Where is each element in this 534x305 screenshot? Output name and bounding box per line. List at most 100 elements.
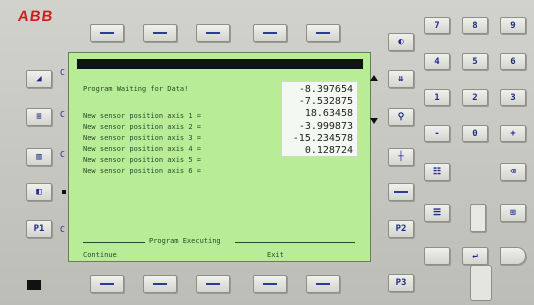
key-4[interactable]: 4	[424, 53, 450, 70]
key-3[interactable]: 3	[500, 89, 526, 106]
p3-key[interactable]: P3	[388, 274, 414, 292]
key-5[interactable]: 5	[462, 53, 488, 70]
dash-icon	[100, 32, 114, 34]
exit-action[interactable]: Exit	[267, 251, 284, 259]
key-1[interactable]: 1	[424, 89, 450, 106]
key-0[interactable]: 0	[462, 125, 488, 142]
sensor-line-1: New sensor position axis 1 =	[83, 112, 202, 120]
key-minus-label: -	[434, 128, 440, 139]
left-active-marker	[62, 190, 66, 194]
footer-divider-right	[235, 242, 355, 243]
enter-key[interactable]: ↵	[462, 247, 488, 265]
value-axis-2: -7.532875	[298, 96, 353, 108]
key-2-label: 2	[472, 92, 478, 103]
scroll-down-icon[interactable]	[370, 118, 378, 124]
bottom-function-key-5[interactable]	[306, 275, 340, 293]
key-2[interactable]: 2	[462, 89, 488, 106]
status-line: Program Waiting for Data!	[83, 85, 189, 93]
bottom-function-key-4[interactable]	[253, 275, 287, 293]
left-marker-mid: C	[60, 110, 65, 119]
key-1-label: 1	[434, 92, 440, 103]
sensor-line-3: New sensor position axis 3 =	[83, 134, 202, 142]
bottom-function-key-3[interactable]	[196, 275, 230, 293]
teach-pendant-panel: ABB ◢ ≡ ▥ ◧ P1 C C C C Program Waiting f…	[0, 0, 534, 305]
footer-status: Program Executing	[149, 237, 221, 245]
key-5-label: 5	[472, 56, 478, 67]
enable-device[interactable]	[470, 204, 486, 232]
key-9[interactable]: 9	[500, 17, 526, 34]
scroll-up-icon[interactable]	[370, 75, 378, 81]
sensor-values-box: -8.397654 -7.532875 18.63458 -3.999873 -…	[281, 81, 358, 157]
bottom-function-key-1[interactable]	[90, 275, 124, 293]
key-3-label: 3	[510, 92, 516, 103]
io-key[interactable]: ▥	[26, 148, 52, 166]
key-0-label: 0	[472, 128, 478, 139]
dash-icon	[316, 32, 330, 34]
motion-key[interactable]: ⇊	[388, 70, 414, 88]
joystick-handle[interactable]	[470, 265, 492, 301]
p2-label: P2	[395, 224, 407, 234]
top-function-key-1[interactable]	[90, 24, 124, 42]
window-key[interactable]: ⊞	[500, 204, 526, 222]
right-arrow-key[interactable]	[500, 247, 526, 265]
menu-key[interactable]: ☰	[424, 204, 450, 222]
power-indicator	[27, 280, 41, 290]
top-function-key-5[interactable]	[306, 24, 340, 42]
jog-icon: ◢	[36, 74, 42, 84]
left-marker-top: C	[60, 68, 65, 77]
key-6[interactable]: 6	[500, 53, 526, 70]
dash-icon	[206, 283, 220, 285]
sensor-line-5: New sensor position axis 5 =	[83, 156, 202, 164]
continue-action[interactable]: Continue	[83, 251, 117, 259]
dash-icon	[394, 191, 408, 193]
dash-icon	[153, 283, 167, 285]
contrast-key[interactable]: ◐	[388, 33, 414, 51]
screen-title-bar	[77, 59, 363, 69]
backspace-key[interactable]: ⌫	[500, 163, 526, 181]
list-key[interactable]: ☷	[424, 163, 450, 181]
io-icon: ▥	[36, 152, 42, 162]
left-arrow-key[interactable]	[424, 247, 450, 265]
left-marker-bottom: C	[60, 225, 65, 234]
program-key[interactable]: ≡	[26, 108, 52, 126]
robot-icon: ⚲	[397, 112, 405, 122]
program-icon: ≡	[36, 112, 42, 122]
p1-key[interactable]: P1	[26, 220, 52, 238]
jog-key[interactable]: ◢	[26, 70, 52, 88]
dash-icon	[100, 283, 114, 285]
window-icon: ⊞	[510, 208, 516, 218]
menu-icon: ☰	[432, 208, 442, 218]
key-8[interactable]: 8	[462, 17, 488, 34]
top-function-key-2[interactable]	[143, 24, 177, 42]
axes-key[interactable]: ┼	[388, 148, 414, 166]
value-axis-3: 18.63458	[304, 108, 353, 120]
value-axis-4: -3.999873	[298, 120, 353, 132]
key-7[interactable]: 7	[424, 17, 450, 34]
key-plus[interactable]: +	[500, 125, 526, 142]
key-minus[interactable]: -	[424, 125, 450, 142]
key-plus-label: +	[510, 128, 516, 139]
bottom-function-key-2[interactable]	[143, 275, 177, 293]
dash-icon	[316, 283, 330, 285]
value-axis-1: -8.397654	[298, 84, 353, 95]
axes-icon: ┼	[398, 152, 404, 162]
left-marker-io: C	[60, 150, 65, 159]
sensor-line-4: New sensor position axis 4 =	[83, 145, 202, 153]
robot-key[interactable]: ⚲	[388, 108, 414, 126]
list-icon: ☷	[432, 167, 442, 177]
p3-label: P3	[395, 278, 407, 288]
dash-icon	[206, 32, 220, 34]
dash-icon	[153, 32, 167, 34]
p1-label: P1	[33, 224, 45, 234]
misc-icon: ◧	[36, 187, 42, 197]
top-function-key-4[interactable]	[253, 24, 287, 42]
increment-key[interactable]	[388, 183, 414, 201]
sensor-line-6: New sensor position axis 6 =	[83, 167, 202, 175]
p2-key[interactable]: P2	[388, 220, 414, 238]
value-axis-5: -15.234578	[292, 132, 353, 144]
key-9-label: 9	[510, 20, 516, 31]
top-function-key-3[interactable]	[196, 24, 230, 42]
misc-key[interactable]: ◧	[26, 183, 52, 201]
sensor-line-2: New sensor position axis 2 =	[83, 123, 202, 131]
key-6-label: 6	[510, 56, 516, 67]
